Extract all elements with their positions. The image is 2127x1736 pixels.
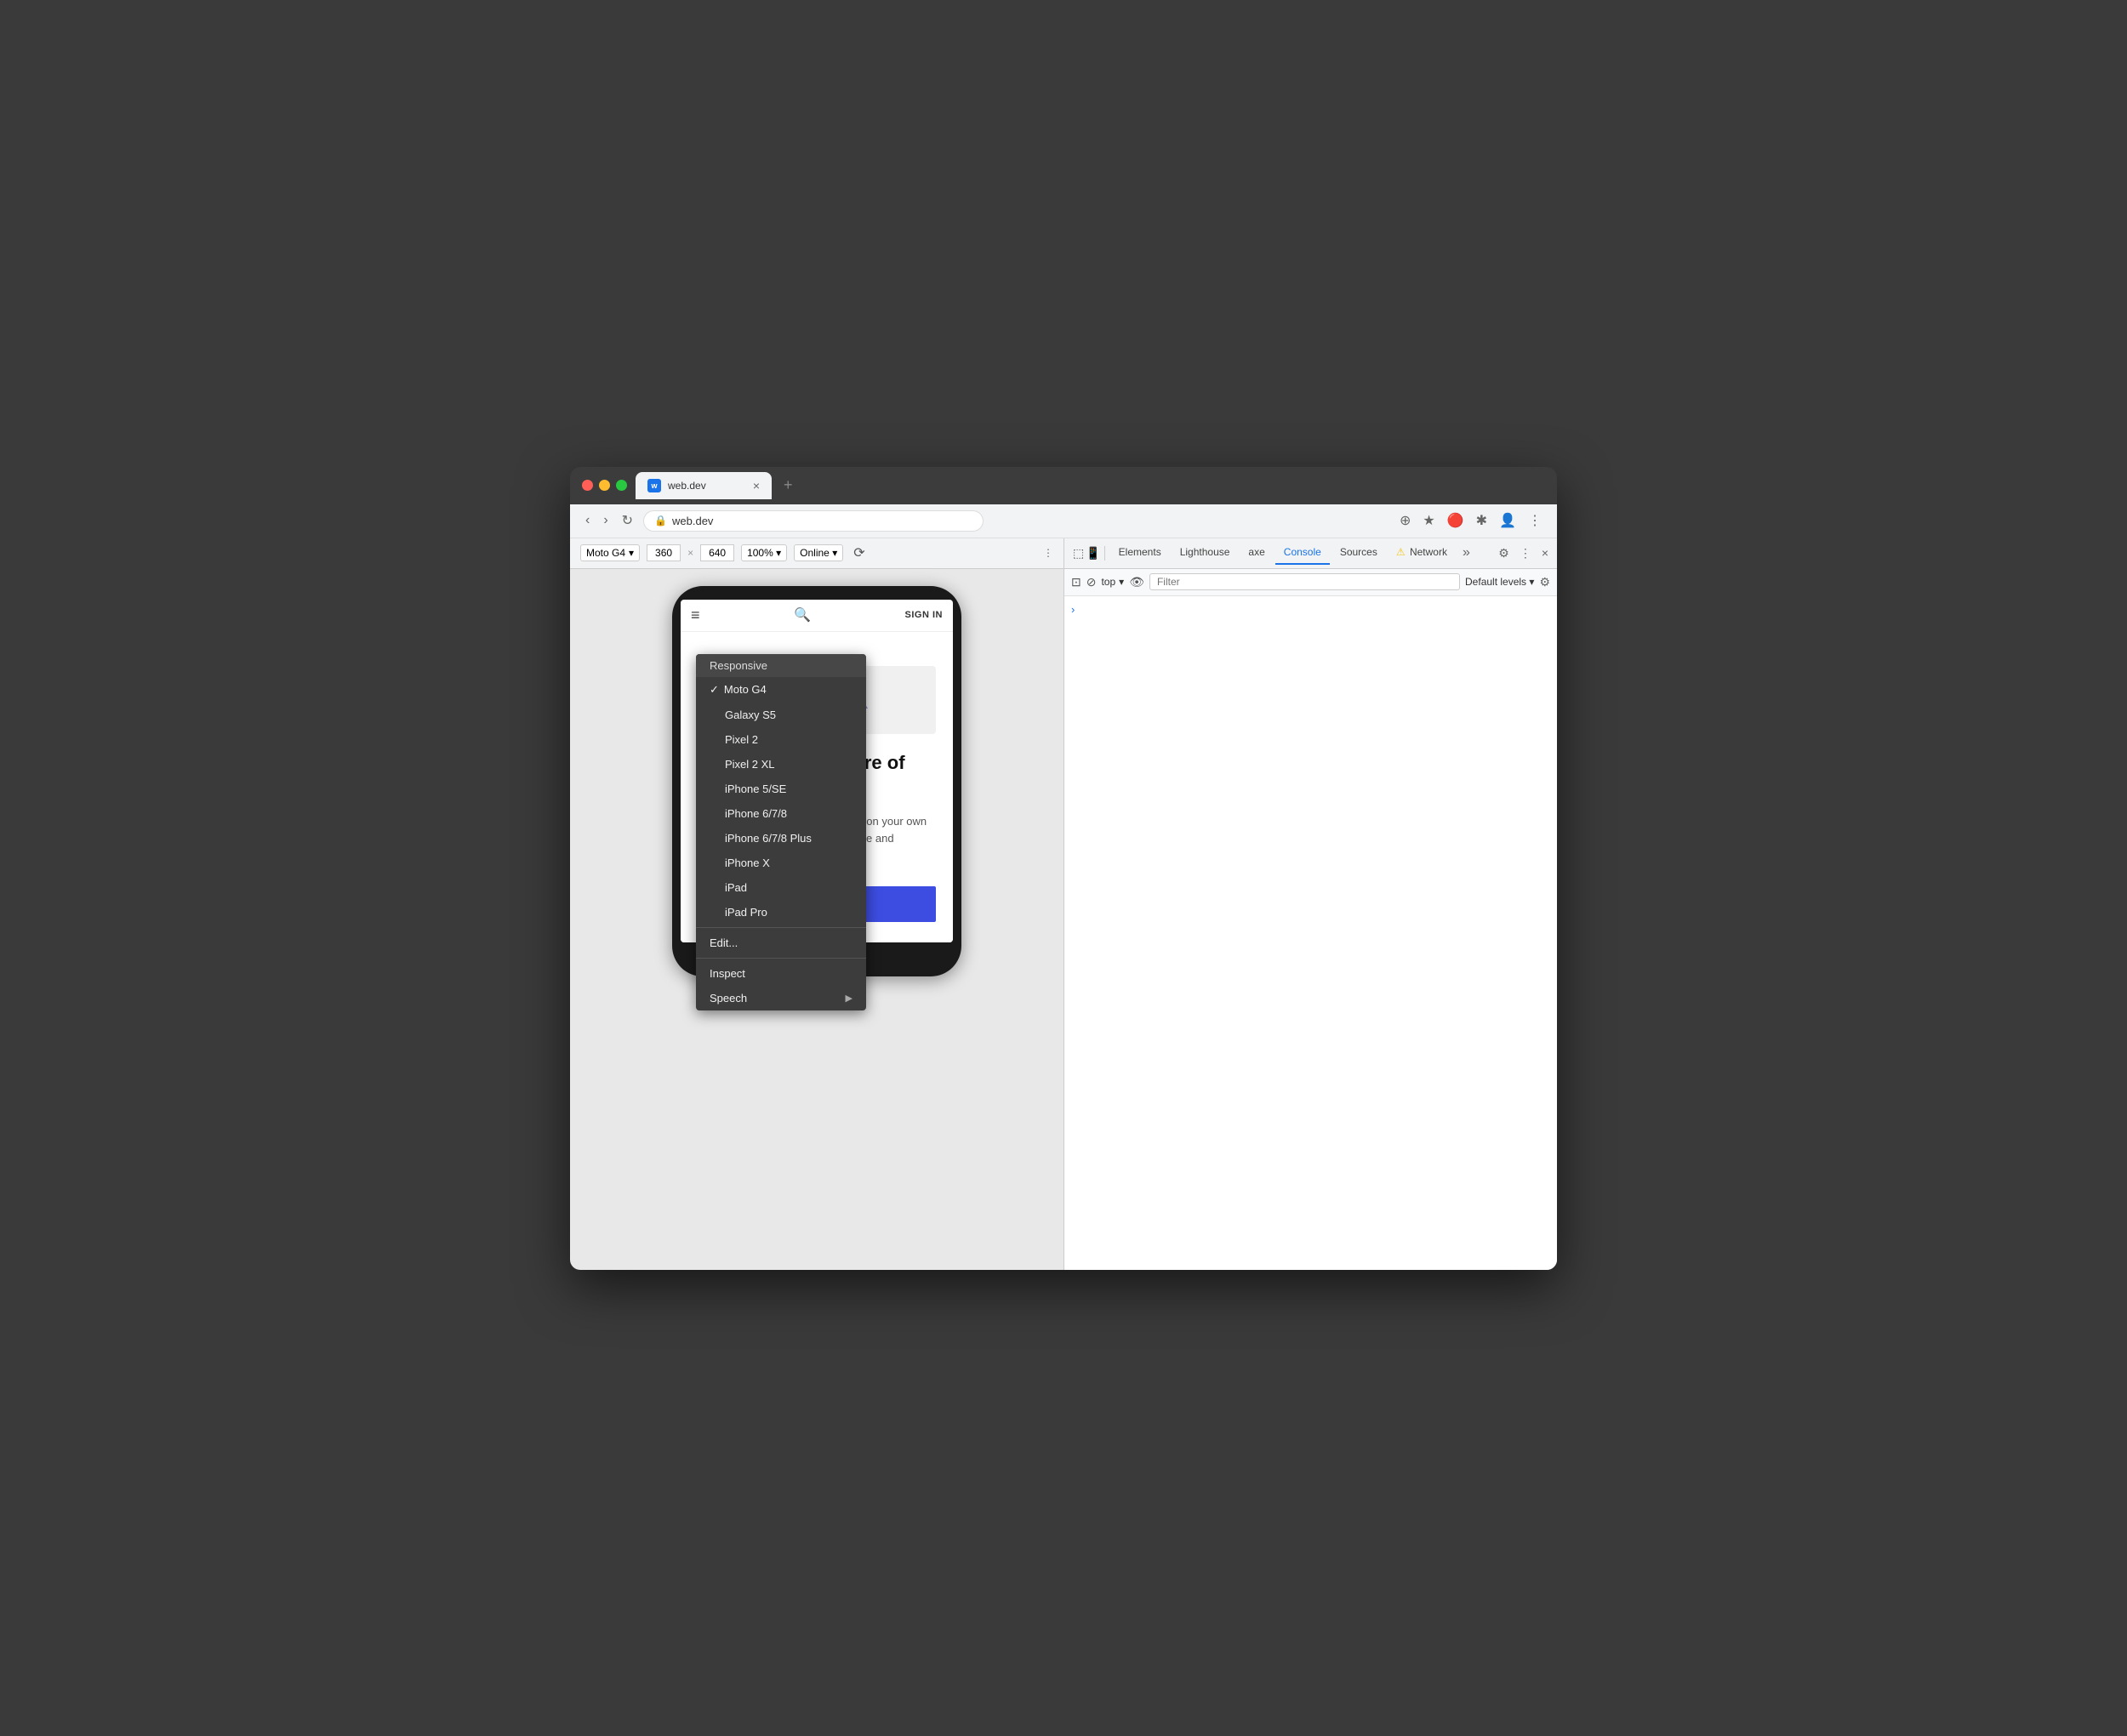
devtools-panel: ⬚ 📱 Elements Lighthouse axe Console Sour… — [1064, 538, 1557, 1270]
browser-window: w web.dev × + ‹ › ↻ 🔒 web.dev ⊕ ★ 🔴 ✱ 👤 … — [570, 467, 1557, 1270]
lock-icon: 🔒 — [654, 515, 667, 526]
network-dropdown-icon: ▾ — [832, 547, 837, 559]
device-option-iphone5se[interactable]: iPhone 5/SE — [696, 777, 866, 801]
frame-icon[interactable]: ⊡ — [1071, 575, 1081, 589]
address-actions: ⊕ ★ 🔴 ✱ 👤 ⋮ — [1396, 509, 1545, 532]
devtools-tab-icons: ⚙ ⋮ × — [1495, 543, 1552, 564]
phone-container: ≡ 🔍 SIGN IN — [570, 569, 1064, 1270]
dimension-separator: × — [687, 547, 693, 559]
signin-label: SIGN IN — [905, 610, 943, 620]
page-area: Moto G4 ▾ × 100% ▾ Online ▾ ⟳ ⋮ — [570, 538, 1064, 1270]
title-bar: w web.dev × + — [570, 467, 1557, 504]
cast-icon[interactable]: ⊕ — [1396, 509, 1414, 532]
log-level-selector[interactable]: Default levels ▾ — [1465, 576, 1534, 588]
devtools-more-icon[interactable]: ⋮ — [1516, 543, 1535, 564]
device-name: Moto G4 — [586, 547, 625, 559]
tab-bar: w web.dev × + — [636, 472, 1545, 499]
close-window-button[interactable] — [582, 480, 593, 491]
url-text: web.dev — [672, 515, 713, 527]
inspect-element-icon[interactable]: ⬚ — [1073, 546, 1084, 561]
device-option-ipad-pro[interactable]: iPad Pro — [696, 900, 866, 925]
tab-network[interactable]: ⚠ Network — [1388, 541, 1456, 565]
viewport-height-input[interactable] — [700, 544, 734, 561]
device-option-iphonex[interactable]: iPhone X — [696, 851, 866, 875]
device-option-moto-g4[interactable]: ✓Moto G4 — [696, 677, 866, 703]
forward-button[interactable]: › — [600, 511, 611, 530]
device-selector[interactable]: Moto G4 ▾ — [580, 544, 640, 561]
edit-option[interactable]: Edit... — [696, 931, 866, 955]
console-secondary-bar: ⊡ ⊘ top ▾ 👁 Default levels ▾ ⚙ — [1064, 569, 1557, 596]
device-option-pixel-2-xl[interactable]: Pixel 2 XL — [696, 752, 866, 777]
tab-sources[interactable]: Sources — [1332, 541, 1386, 565]
tab-close-button[interactable]: × — [753, 479, 760, 492]
check-icon: ✓ — [710, 683, 719, 696]
favicon: w — [647, 479, 661, 492]
rotate-icon[interactable]: ⟳ — [850, 541, 868, 565]
console-chevron: › — [1071, 603, 1075, 616]
tab-lighthouse[interactable]: Lighthouse — [1172, 541, 1239, 565]
frame-context-selector[interactable]: top ▾ — [1101, 576, 1124, 588]
device-option-galaxy-s5[interactable]: Galaxy S5 — [696, 703, 866, 727]
tab-title: web.dev — [668, 480, 706, 492]
device-option-iphone678plus[interactable]: iPhone 6/7/8 Plus — [696, 826, 866, 851]
url-bar[interactable]: 🔒 web.dev — [643, 510, 984, 532]
browser-content: Moto G4 ▾ × 100% ▾ Online ▾ ⟳ ⋮ — [570, 538, 1557, 1270]
zoom-selector[interactable]: 100% ▾ — [741, 544, 787, 561]
zoom-dropdown-icon: ▾ — [776, 547, 781, 559]
hamburger-icon: ≡ — [691, 606, 700, 624]
context-dropdown-icon: ▾ — [1119, 576, 1124, 588]
refresh-button[interactable]: ↻ — [619, 510, 636, 531]
console-settings-button[interactable]: ⚙ — [1539, 575, 1550, 589]
inspect-option[interactable]: Inspect — [696, 961, 866, 986]
tab-console[interactable]: Console — [1275, 541, 1330, 565]
traffic-lights — [582, 480, 627, 491]
maximize-window-button[interactable] — [616, 480, 627, 491]
log-level-dropdown-icon: ▾ — [1529, 576, 1534, 588]
eye-icon[interactable]: 👁 — [1129, 575, 1144, 589]
console-prompt: › — [1071, 603, 1550, 616]
context-menu: Responsive ✓Moto G4 Galaxy S5 Pixel 2 Pi… — [696, 654, 866, 1010]
toolbar-more-icon[interactable]: ⋮ — [1043, 547, 1053, 559]
device-toolbar: Moto G4 ▾ × 100% ▾ Online ▾ ⟳ ⋮ — [570, 538, 1064, 569]
phone-search-icon: 🔍 — [794, 606, 811, 623]
device-option-pixel-2[interactable]: Pixel 2 — [696, 727, 866, 752]
context-menu-divider-2 — [696, 958, 866, 959]
context-menu-divider-1 — [696, 927, 866, 928]
submenu-arrow-icon: ▶ — [846, 993, 853, 1004]
network-throttle-selector[interactable]: Online ▾ — [794, 544, 843, 561]
device-option-iphone678[interactable]: iPhone 6/7/8 — [696, 801, 866, 826]
back-button[interactable]: ‹ — [582, 511, 593, 530]
speech-option[interactable]: Speech ▶ — [696, 986, 866, 1010]
address-bar: ‹ › ↻ 🔒 web.dev ⊕ ★ 🔴 ✱ 👤 ⋮ — [570, 504, 1557, 538]
device-dropdown-icon: ▾ — [629, 547, 634, 559]
viewport-width-input[interactable] — [647, 544, 681, 561]
devtools-close-icon[interactable]: × — [1538, 543, 1552, 563]
profile-icon[interactable]: 👤 — [1496, 509, 1520, 532]
extension-icon[interactable]: 🔴 — [1444, 509, 1468, 532]
zoom-level: 100% — [747, 547, 773, 559]
new-tab-button[interactable]: + — [777, 473, 800, 498]
tab-elements[interactable]: Elements — [1110, 541, 1170, 565]
minimize-window-button[interactable] — [599, 480, 610, 491]
extensions-icon[interactable]: ✱ — [1473, 509, 1491, 532]
phone-top-bar: ≡ 🔍 SIGN IN — [681, 600, 953, 632]
console-filter-input[interactable] — [1149, 573, 1460, 590]
tab-axe[interactable]: axe — [1240, 541, 1273, 565]
network-condition: Online — [800, 547, 830, 559]
device-option-ipad[interactable]: iPad — [696, 875, 866, 900]
menu-icon[interactable]: ⋮ — [1525, 509, 1545, 532]
network-warning-icon: ⚠ — [1396, 546, 1406, 558]
console-area: › — [1064, 596, 1557, 1270]
context-menu-header: Responsive — [696, 654, 866, 677]
devtools-settings-icon[interactable]: ⚙ — [1495, 543, 1513, 564]
more-tabs-button[interactable]: » — [1457, 542, 1475, 564]
block-icon[interactable]: ⊘ — [1086, 575, 1097, 589]
bookmark-icon[interactable]: ★ — [1419, 509, 1438, 532]
devtools-tabs: ⬚ 📱 Elements Lighthouse axe Console Sour… — [1064, 538, 1557, 569]
responsive-icon[interactable]: 📱 — [1086, 546, 1100, 561]
browser-tab[interactable]: w web.dev × — [636, 472, 772, 499]
